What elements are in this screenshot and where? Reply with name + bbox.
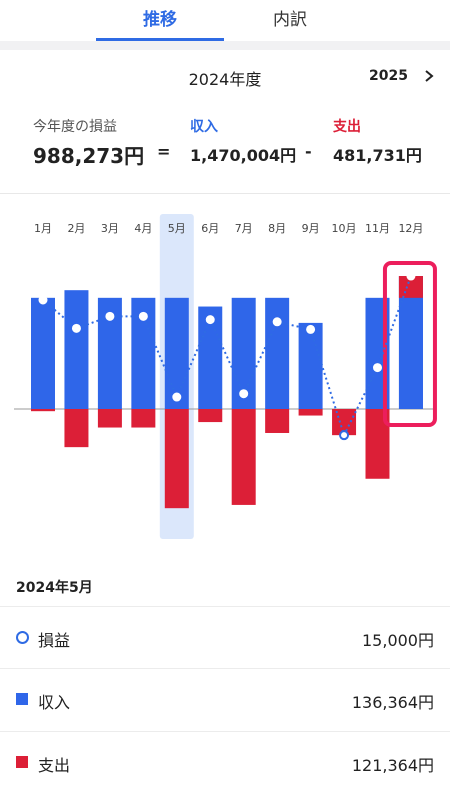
detail-row-profit: 損益 15,000円 [0, 606, 450, 668]
square-red-icon [16, 756, 28, 768]
annual-summary: 今年度の損益 988,273円 = 収入 1,470,004円 - 支出 481… [0, 116, 450, 176]
month-label: 6月 [201, 222, 219, 235]
next-year-button[interactable]: 2025 [369, 68, 408, 84]
tab-trend[interactable]: 推移 [96, 0, 224, 41]
month-label: 1月 [34, 222, 52, 235]
expense-bar [164, 409, 189, 509]
detail-label-expense: 支出 [38, 756, 71, 775]
month-label: 7月 [235, 222, 253, 235]
square-blue-icon [16, 693, 28, 705]
detail-row-income: 収入 136,364円 [0, 668, 450, 730]
expense-bar [198, 409, 223, 423]
expense-value: 481,731円 [333, 146, 422, 165]
expense-bar [97, 409, 122, 428]
month-label: 12月 [398, 222, 423, 235]
tab-bar: 推移 内訳 [0, 0, 450, 41]
profit-point [71, 323, 81, 333]
detail-value-income: 136,364円 [351, 693, 434, 712]
circle-icon [16, 631, 29, 644]
expense-bar [231, 409, 256, 505]
profit-point [239, 389, 249, 399]
detail-row-expense: 支出 121,364円 [0, 731, 450, 793]
detail-value-expense: 121,364円 [351, 756, 434, 775]
expense-bar [31, 409, 55, 412]
month-label: 11月 [365, 222, 390, 235]
detail-label-profit: 損益 [38, 631, 71, 650]
month-label: 9月 [302, 222, 320, 235]
expense-bar [265, 409, 290, 433]
detail-title: 2024年5月 [16, 580, 93, 596]
expense-bar [64, 409, 89, 448]
profit-point [138, 311, 148, 321]
tab-separator [0, 41, 450, 50]
month-label: 8月 [268, 222, 286, 235]
chart-svg: 1月 2月 3月 4月 5月 6月 7月 8月 9月 10月 11月 12月 [14, 214, 437, 539]
minus-sign: - [305, 142, 312, 161]
tab-breakdown[interactable]: 内訳 [226, 0, 354, 41]
profit-point [373, 363, 382, 373]
profit-point [38, 295, 48, 305]
month-label: 10月 [332, 222, 357, 235]
month-label: 4月 [134, 222, 152, 235]
equals-sign: = [157, 142, 171, 161]
expense-label: 支出 [333, 119, 361, 135]
profit-point [205, 315, 215, 325]
monthly-chart[interactable]: 1月 2月 3月 4月 5月 6月 7月 8月 9月 10月 11月 12月 [0, 205, 450, 550]
profit-point [272, 317, 282, 327]
month-label: 2月 [67, 222, 85, 235]
income-label: 収入 [190, 119, 218, 135]
profit-point [105, 311, 115, 321]
income-bar [64, 290, 89, 409]
income-bar [31, 297, 55, 409]
income-value: 1,470,004円 [190, 146, 297, 165]
year-selector: 2024年度 2025 [0, 62, 450, 92]
profit-point [339, 430, 350, 441]
profit-value: 988,273円 [33, 144, 145, 168]
expense-bar [298, 409, 323, 416]
chevron-right-icon[interactable] [422, 66, 436, 91]
month-label: 5月 [168, 222, 186, 235]
month-label: 3月 [101, 222, 119, 235]
profit-point [406, 271, 416, 281]
profit-point [172, 392, 182, 402]
detail-label-income: 収入 [38, 693, 71, 712]
expense-bar [131, 409, 156, 428]
summary-divider [0, 193, 450, 194]
profit-point [306, 324, 316, 334]
income-bar [164, 297, 189, 409]
profit-label: 今年度の損益 [33, 119, 117, 135]
detail-value-profit: 15,000円 [362, 631, 434, 650]
income-bar [265, 297, 290, 409]
income-bar [298, 322, 323, 409]
